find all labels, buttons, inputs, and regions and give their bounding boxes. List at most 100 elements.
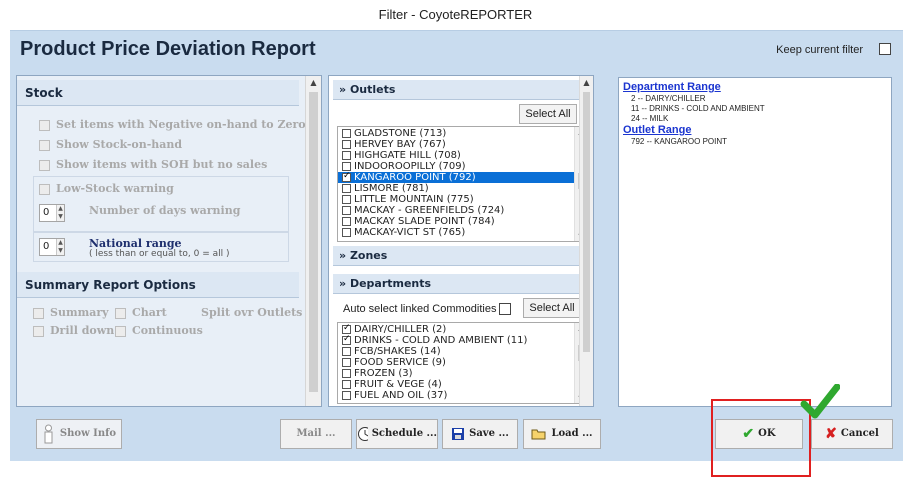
outlet-list-item[interactable]: HIGHGATE HILL (708)	[338, 150, 588, 161]
outlets-select-all-button[interactable]: Select All	[519, 104, 577, 124]
floppy-disk-icon	[452, 428, 465, 440]
outlet-list-item-label: GLADSTONE (713)	[354, 128, 447, 139]
outlet-list-item[interactable]: GLADSTONE (713)	[338, 128, 588, 139]
outlet-list-item-checkbox[interactable]	[342, 228, 351, 237]
national-range-spinner[interactable]: 0 ▲ ▼	[39, 238, 65, 256]
department-list-item[interactable]: FOOD SERVICE (9)	[338, 357, 588, 368]
department-list-item[interactable]: FROZEN (3)	[338, 368, 588, 379]
department-list-item-label: FCB/SHAKES (14)	[354, 346, 441, 357]
summary-option[interactable]: Summary	[33, 306, 109, 320]
outlet-list-item-checkbox[interactable]	[342, 129, 351, 138]
load-label: Load ...	[551, 428, 593, 439]
info-icon	[44, 424, 53, 444]
department-range-link[interactable]: Department Range	[623, 81, 887, 94]
department-list-item[interactable]: DAIRY/CHILLER (2)	[338, 323, 588, 335]
departments-section-heading[interactable]: » Departments	[333, 274, 579, 294]
outlet-list-item-checkbox[interactable]	[342, 217, 351, 226]
outlet-range-link[interactable]: Outlet Range	[623, 124, 887, 137]
department-list-item-checkbox[interactable]	[342, 334, 351, 345]
outlet-list-item[interactable]: LITTLE MOUNTAIN (775)	[338, 194, 588, 205]
save-button[interactable]: Save ...	[442, 419, 518, 449]
cancel-button[interactable]: ✘ Cancel	[811, 419, 893, 449]
department-list-item[interactable]: FRUIT & VEGE (4)	[338, 379, 588, 390]
outlet-list-item[interactable]: INDOOROOPILLY (709)	[338, 161, 588, 172]
days-warning-spinner[interactable]: 0 ▲ ▼	[39, 204, 65, 222]
continuous-checkbox[interactable]	[115, 325, 126, 337]
department-list-item-label: FOOD SERVICE (9)	[354, 357, 446, 368]
scroll-thumb[interactable]	[583, 92, 590, 352]
window-title: Filter - CoyoteREPORTER	[378, 7, 533, 22]
outlet-list-item-label: HERVEY BAY (767)	[354, 139, 446, 150]
cross-icon: ✘	[825, 426, 837, 442]
outlets-heading-label: Outlets	[349, 83, 396, 96]
negative-onhand-checkbox[interactable]	[39, 119, 50, 131]
department-list-item-label: DAIRY/CHILLER (2)	[354, 324, 447, 335]
mail-button[interactable]: Mail ...	[280, 419, 352, 449]
show-soh-option[interactable]: Show Stock-on-hand	[39, 138, 182, 152]
drill-down-option[interactable]: Drill down	[33, 324, 114, 338]
options-scrollbar[interactable]: ▲	[305, 76, 321, 406]
outlets-section-heading[interactable]: » Outlets	[333, 80, 579, 100]
chart-checkbox[interactable]	[115, 307, 126, 319]
outlet-list-item-checkbox[interactable]	[342, 140, 351, 149]
scroll-up-icon[interactable]: ▲	[306, 78, 321, 87]
outlet-list-item-label: INDOOROOPILLY (709)	[354, 161, 466, 172]
auto-select-checkbox[interactable]	[499, 303, 511, 315]
low-stock-checkbox[interactable]	[39, 183, 50, 195]
outlet-list-item-checkbox[interactable]	[342, 206, 351, 215]
chevron-right-icon: »	[339, 249, 350, 262]
department-list-item-label: FROZEN (3)	[354, 368, 413, 379]
departments-list[interactable]: DAIRY/CHILLER (2)DRINKS - COLD AND AMBIE…	[337, 322, 589, 404]
filter-summary-panel: Department Range 2 -- DAIRY/CHILLER 11 -…	[618, 77, 892, 407]
department-list-item[interactable]: FCB/SHAKES (14)	[338, 346, 588, 357]
show-soh-label: Show Stock-on-hand	[56, 138, 183, 151]
schedule-button[interactable]: Schedule ...	[356, 419, 438, 449]
department-list-item[interactable]: FUEL AND OIL (37)	[338, 390, 588, 401]
department-list-item-checkbox[interactable]	[342, 391, 351, 400]
outlet-list-item-label: MACKAY SLADE POINT (784)	[354, 216, 495, 227]
show-info-button[interactable]: Show Info	[36, 419, 122, 449]
continuous-label: Continuous	[132, 324, 203, 337]
outlet-range-item: 792 -- KANGAROO POINT	[631, 137, 728, 146]
show-info-label: Show Info	[59, 428, 117, 439]
show-soh-checkbox[interactable]	[39, 139, 50, 151]
department-list-item-checkbox[interactable]	[342, 369, 351, 378]
scroll-up-icon[interactable]: ▲	[580, 78, 593, 87]
department-list-item[interactable]: DRINKS - COLD AND AMBIENT (11)	[338, 334, 588, 346]
continuous-option[interactable]: Continuous	[115, 324, 203, 338]
outlet-list-item[interactable]: MACKAY - GREENFIELDS (724)	[338, 205, 588, 216]
split-outlets-label: Split ovr Outlets	[201, 306, 303, 319]
chart-option[interactable]: Chart	[115, 306, 167, 320]
departments-select-all-button[interactable]: Select All	[523, 298, 581, 318]
soh-no-sales-checkbox[interactable]	[39, 159, 50, 171]
scroll-thumb[interactable]	[309, 92, 318, 392]
spinner-arrows-icon[interactable]: ▲ ▼	[56, 239, 64, 255]
outlet-list-item-label: KANGAROO POINT (792)	[354, 172, 476, 183]
outlet-list-item-checkbox[interactable]	[342, 151, 351, 160]
zones-section-heading[interactable]: » Zones	[333, 246, 579, 266]
drill-down-checkbox[interactable]	[33, 325, 44, 337]
soh-no-sales-option[interactable]: Show items with SOH but no sales	[39, 158, 267, 172]
outlet-list-item-checkbox[interactable]	[342, 195, 351, 204]
outlet-list-item[interactable]: MACKAY-VICT ST (765)	[338, 227, 588, 238]
report-header: Product Price Deviation Report Keep curr…	[10, 30, 903, 67]
department-list-item-checkbox[interactable]	[342, 380, 351, 389]
keep-filter-checkbox[interactable]	[879, 43, 891, 55]
department-list-item-checkbox[interactable]	[342, 347, 351, 356]
summary-checkbox[interactable]	[33, 307, 44, 319]
spinner-arrows-icon[interactable]: ▲ ▼	[56, 205, 64, 221]
outlet-list-item[interactable]: MACKAY SLADE POINT (784)	[338, 216, 588, 227]
department-list-item-checkbox[interactable]	[342, 358, 351, 367]
low-stock-option[interactable]: Low-Stock warning	[39, 182, 174, 196]
outlet-list-item-checkbox[interactable]	[342, 171, 351, 182]
outlet-list-item[interactable]: KANGAROO POINT (792)	[338, 171, 588, 183]
outlets-list[interactable]: GLADSTONE (713) HERVEY BAY (767) HIGHGATE …	[337, 126, 589, 242]
department-list-item-checkbox[interactable]	[342, 323, 351, 334]
outlet-list-item-checkbox[interactable]	[342, 162, 351, 171]
filters-scrollbar[interactable]: ▲	[579, 76, 593, 406]
outlet-list-item[interactable]: LISMORE (781)	[338, 183, 588, 194]
negative-onhand-option[interactable]: Set items with Negative on-hand to Zero	[39, 118, 306, 132]
outlet-list-item-checkbox[interactable]	[342, 184, 351, 193]
outlet-list-item[interactable]: HERVEY BAY (767)	[338, 139, 588, 150]
load-button[interactable]: Load ...	[523, 419, 601, 449]
